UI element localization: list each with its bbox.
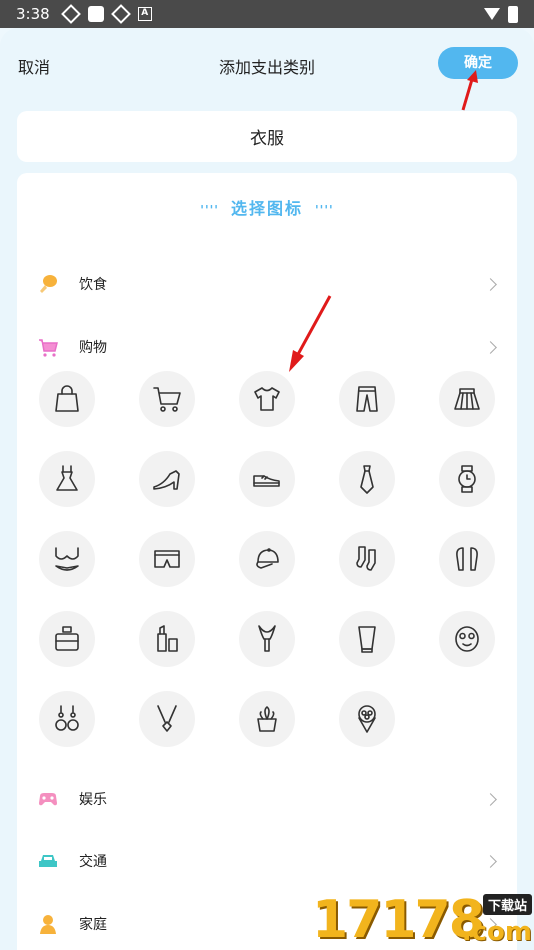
battery-icon bbox=[508, 5, 518, 23]
watermark-top-text: 下载站 bbox=[482, 894, 532, 915]
icon-picker: '''' 选择图标 '''' 饮食 购物 娱乐 交通 家庭 bbox=[17, 173, 517, 950]
bra-icon[interactable] bbox=[39, 531, 95, 587]
watermark-logo: 17178 下载站 .com bbox=[312, 888, 534, 950]
decoration-right-icon: '''' bbox=[315, 203, 334, 217]
underwear-icon[interactable] bbox=[139, 531, 195, 587]
necklace-icon[interactable] bbox=[139, 691, 195, 747]
makeup-brush-icon[interactable] bbox=[239, 611, 295, 667]
category-name-input[interactable] bbox=[117, 126, 417, 147]
flower-bouquet-icon[interactable] bbox=[339, 691, 395, 747]
category-row-entertainment[interactable]: 娱乐 bbox=[17, 774, 517, 824]
face-mask-icon[interactable] bbox=[439, 611, 495, 667]
chevron-right-icon bbox=[484, 792, 497, 806]
tshirt-icon[interactable] bbox=[239, 371, 295, 427]
square-notification-icon bbox=[87, 6, 104, 22]
category-row-transport[interactable]: 交通 bbox=[17, 836, 517, 886]
category-row-food[interactable]: 饮食 bbox=[17, 259, 517, 309]
skirt-icon[interactable] bbox=[439, 371, 495, 427]
watch-icon[interactable] bbox=[439, 451, 495, 507]
car-icon bbox=[39, 855, 57, 867]
chevron-right-icon bbox=[484, 854, 497, 868]
tie-icon[interactable] bbox=[339, 451, 395, 507]
category-row-shopping[interactable]: 购物 bbox=[17, 322, 517, 372]
annotation-arrow-icon-2 bbox=[289, 295, 332, 372]
earbuds-icon[interactable] bbox=[439, 531, 495, 587]
gamepad-icon bbox=[39, 793, 57, 806]
decoration-left-icon: '''' bbox=[200, 203, 219, 217]
chevron-right-icon bbox=[484, 340, 497, 354]
header: 取消 添加支出类别 确定 bbox=[0, 28, 534, 100]
lipstick-icon[interactable] bbox=[139, 611, 195, 667]
annotation-arrow-icon bbox=[461, 70, 478, 111]
category-label: 购物 bbox=[79, 340, 107, 356]
perfume-icon[interactable] bbox=[39, 611, 95, 667]
category-label: 娱乐 bbox=[79, 792, 107, 808]
high-heel-icon[interactable] bbox=[139, 451, 195, 507]
name-card bbox=[17, 111, 517, 162]
shopping-cart-icon bbox=[39, 339, 58, 357]
sneaker-icon[interactable] bbox=[239, 451, 295, 507]
a-notification-icon: A bbox=[137, 7, 152, 21]
app-notification-icon-2 bbox=[110, 4, 131, 24]
plant-pot-icon[interactable] bbox=[239, 691, 295, 747]
chevron-right-icon bbox=[484, 277, 497, 291]
socks-icon[interactable] bbox=[339, 531, 395, 587]
watermark-suffix: .com bbox=[461, 917, 532, 947]
add-category-sheet: 取消 添加支出类别 确定 '''' 选择图标 '''' 饮食 购物 bbox=[0, 28, 534, 950]
status-time: 3:38 bbox=[16, 5, 50, 23]
handbag-icon[interactable] bbox=[39, 371, 95, 427]
category-label: 家庭 bbox=[79, 917, 107, 933]
lotion-icon[interactable] bbox=[339, 611, 395, 667]
section-header: '''' 选择图标 '''' bbox=[17, 195, 517, 219]
dress-icon[interactable] bbox=[39, 451, 95, 507]
family-icon bbox=[40, 915, 56, 934]
drumstick-icon bbox=[40, 275, 57, 293]
cap-icon[interactable] bbox=[239, 531, 295, 587]
pants-icon[interactable] bbox=[339, 371, 395, 427]
cart-icon[interactable] bbox=[139, 371, 195, 427]
earrings-icon[interactable] bbox=[39, 691, 95, 747]
app-notification-icon bbox=[60, 4, 81, 24]
section-title: 选择图标 bbox=[230, 199, 303, 218]
wifi-icon bbox=[484, 8, 500, 20]
category-label: 饮食 bbox=[79, 277, 107, 293]
watermark-digits: 17178 bbox=[312, 890, 485, 950]
status-bar: 3:38 A bbox=[0, 0, 534, 28]
category-label: 交通 bbox=[79, 854, 107, 870]
